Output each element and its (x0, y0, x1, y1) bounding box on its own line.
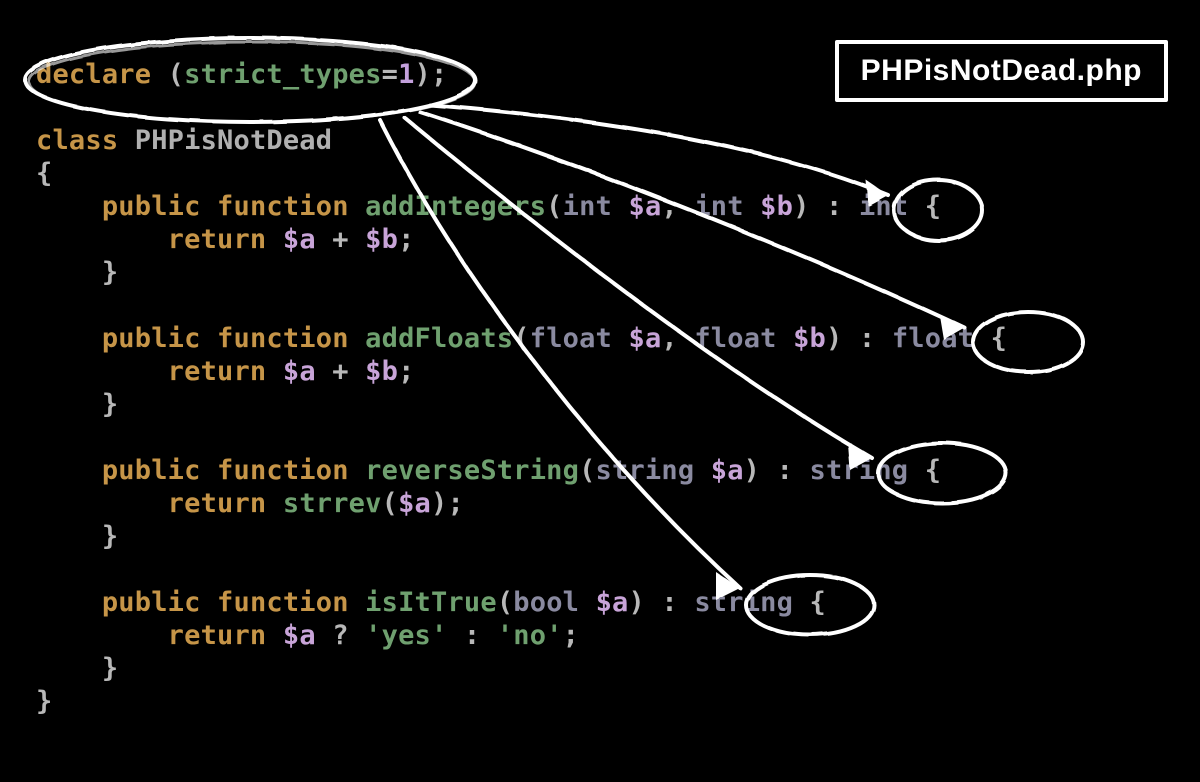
return-type-string: string (694, 587, 793, 618)
brace-close: } (102, 257, 118, 288)
kw-declare: declare (36, 59, 151, 90)
kw-return: return (168, 224, 267, 255)
punct: = (382, 59, 398, 90)
kw-public: public (102, 191, 201, 222)
blank-line (36, 290, 52, 321)
blank-line (36, 554, 52, 585)
kw-class: class (36, 125, 118, 156)
kw-function: function (217, 191, 349, 222)
return-type-string: string (810, 455, 909, 486)
fn-reverseString: reverseString (365, 455, 579, 486)
brace-close: } (36, 686, 52, 717)
punct: ); (415, 59, 448, 90)
fn-isItTrue: isItTrue (365, 587, 497, 618)
type-bool: bool (513, 587, 579, 618)
string-yes: 'yes' (365, 620, 447, 651)
class-name: PHPisNotDead (135, 125, 332, 156)
fn-addIntegers: addIntegers (365, 191, 546, 222)
fn-strrev: strrev (283, 488, 382, 519)
type-int: int (563, 191, 612, 222)
slide: PHPisNotDead.php declare (strict_types=1… (0, 0, 1200, 782)
type-float: float (530, 323, 612, 354)
num: 1 (398, 59, 414, 90)
return-type-int: int (859, 191, 908, 222)
blank-line (36, 92, 52, 123)
ident-strict-types: strict_types (184, 59, 381, 90)
brace-open: { (36, 158, 52, 189)
blank-line (36, 422, 52, 453)
string-no: 'no' (497, 620, 563, 651)
return-type-float: float (892, 323, 974, 354)
punct: ( (151, 59, 184, 90)
fn-addFloats: addFloats (365, 323, 513, 354)
var-b: $b (760, 191, 793, 222)
type-int: int (694, 191, 743, 222)
type-string: string (596, 455, 695, 486)
code-block: declare (strict_types=1); class PHPisNot… (36, 58, 1007, 718)
var-a: $a (628, 191, 661, 222)
